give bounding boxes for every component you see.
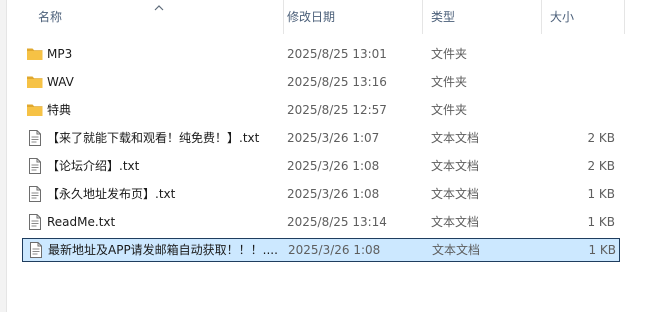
file-row-bonus[interactable]: 特典 2025/8/25 12:57 文件夹	[22, 98, 620, 122]
file-type: 文本文档	[431, 215, 480, 229]
file-explorer: 名称 修改日期 类型 大小 MP3 2025/8/25 13:01 文件夹 WA…	[0, 0, 661, 312]
file-name: 特典	[47, 103, 72, 117]
file-name: 【来了就能下载和观看！纯免费！】.txt	[47, 131, 260, 145]
file-type: 文件夹	[431, 103, 468, 117]
file-size	[549, 98, 615, 122]
column-header-modified-label: 修改日期	[287, 10, 336, 24]
file-size: 1 KB	[587, 187, 615, 201]
file-row-forum-intro-txt[interactable]: 【论坛介绍】.txt 2025/3/26 1:08 文本文档 2 KB	[22, 154, 620, 178]
file-type: 文件夹	[431, 47, 468, 61]
file-size: 2 KB	[587, 159, 615, 173]
file-row-latest-address-txt-selected[interactable]: 最新地址及APP请发邮箱自动获取！！！.... 2025/3/26 1:08 文…	[22, 238, 620, 262]
file-row-free-download-txt[interactable]: 【来了就能下载和观看！纯免费！】.txt 2025/3/26 1:07 文本文档…	[22, 126, 620, 150]
folder-icon	[26, 70, 44, 94]
file-size: 2 KB	[587, 131, 615, 145]
file-size: 1 KB	[587, 215, 615, 229]
file-modified: 2025/3/26 1:08	[288, 243, 381, 257]
text-file-icon	[27, 238, 45, 262]
file-size: 1 KB	[588, 243, 616, 257]
file-row-permanent-address-txt[interactable]: 【永久地址发布页】.txt 2025/3/26 1:08 文本文档 1 KB	[22, 182, 620, 206]
file-name: 【论坛介绍】.txt	[47, 159, 140, 173]
file-modified: 2025/8/25 13:14	[287, 215, 387, 229]
text-file-icon	[26, 126, 44, 150]
file-modified: 2025/3/26 1:07	[287, 131, 380, 145]
file-modified: 2025/8/25 13:01	[287, 47, 387, 61]
column-header-name-label: 名称	[38, 10, 63, 24]
file-name: MP3	[47, 47, 73, 61]
column-header-type-label: 类型	[431, 10, 456, 24]
file-row-readme-txt[interactable]: ReadMe.txt 2025/8/25 13:14 文本文档 1 KB	[22, 210, 620, 234]
file-name: 最新地址及APP请发邮箱自动获取！！！....	[48, 243, 278, 257]
file-type: 文件夹	[431, 75, 468, 89]
file-type: 文本文档	[431, 131, 480, 145]
text-file-icon	[26, 154, 44, 178]
file-type: 文本文档	[431, 187, 480, 201]
navigation-pane[interactable]	[0, 0, 7, 312]
file-name: WAV	[47, 75, 74, 89]
folder-icon	[26, 98, 44, 122]
file-modified: 2025/3/26 1:08	[287, 187, 380, 201]
file-row-mp3[interactable]: MP3 2025/8/25 13:01 文件夹	[22, 42, 620, 66]
text-file-icon	[26, 210, 44, 234]
file-name: ReadMe.txt	[47, 215, 116, 229]
file-type: 文本文档	[432, 243, 481, 257]
file-modified: 2025/8/25 12:57	[287, 103, 387, 117]
file-size	[549, 70, 615, 94]
file-row-wav[interactable]: WAV 2025/8/25 13:16 文件夹	[22, 70, 620, 94]
column-header-bar: 名称 修改日期 类型 大小	[6, 0, 661, 34]
text-file-icon	[26, 182, 44, 206]
column-header-size[interactable]: 大小	[542, 0, 625, 34]
file-type: 文本文档	[431, 159, 480, 173]
column-header-size-label: 大小	[550, 10, 575, 24]
file-modified: 2025/3/26 1:08	[287, 159, 380, 173]
column-header-modified[interactable]: 修改日期	[279, 0, 423, 34]
folder-icon	[26, 42, 44, 66]
file-name: 【永久地址发布页】.txt	[47, 187, 176, 201]
sort-ascending-icon	[154, 4, 164, 12]
file-size	[549, 42, 615, 66]
column-header-type[interactable]: 类型	[423, 0, 542, 34]
file-modified: 2025/8/25 13:16	[287, 75, 387, 89]
